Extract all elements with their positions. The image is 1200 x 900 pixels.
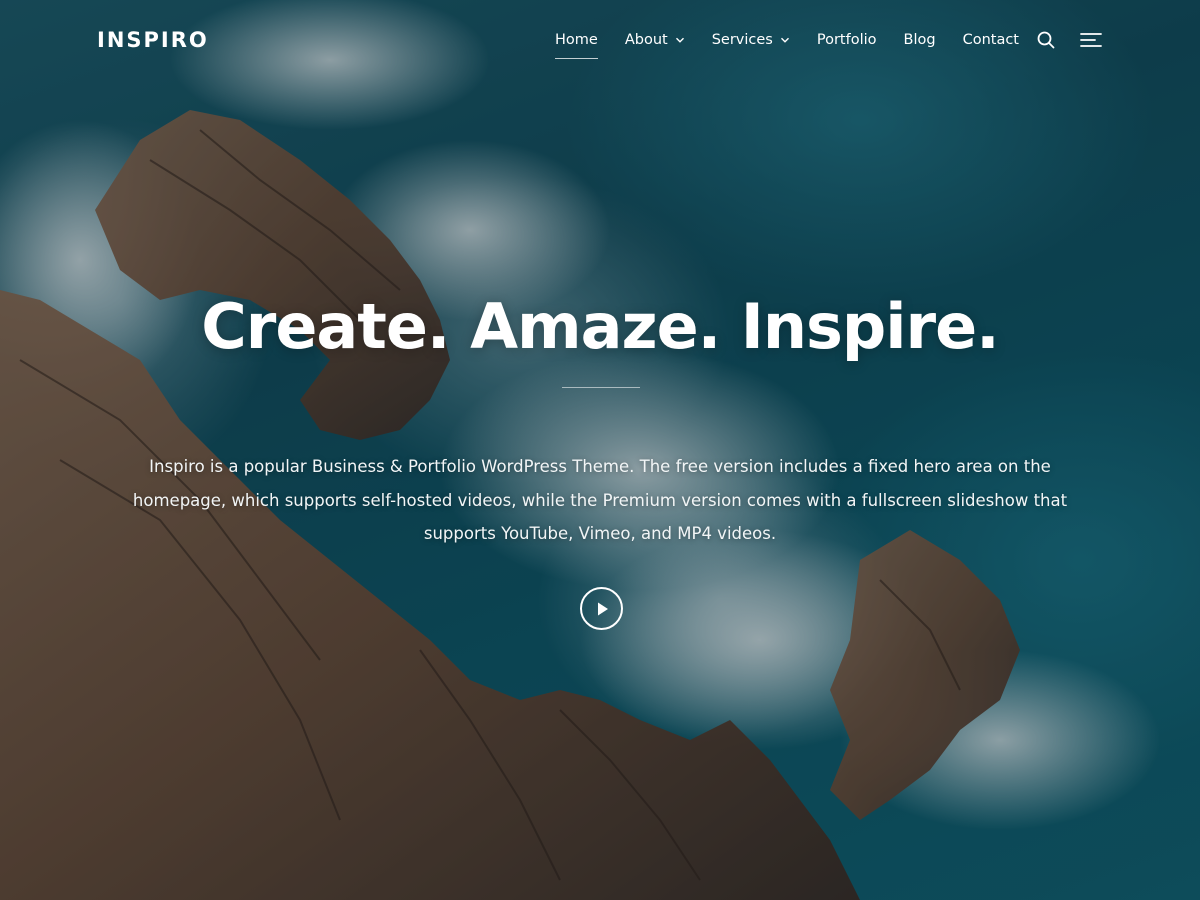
play-video-button[interactable] xyxy=(580,587,623,630)
play-icon xyxy=(597,602,608,615)
hero-divider xyxy=(562,387,640,388)
hero-section: Create. Amaze. Inspire. Inspiro is a pop… xyxy=(0,0,1200,900)
hero-title: Create. Amaze. Inspire. xyxy=(201,290,999,363)
hero-description: Inspiro is a popular Business & Portfoli… xyxy=(132,457,1068,543)
